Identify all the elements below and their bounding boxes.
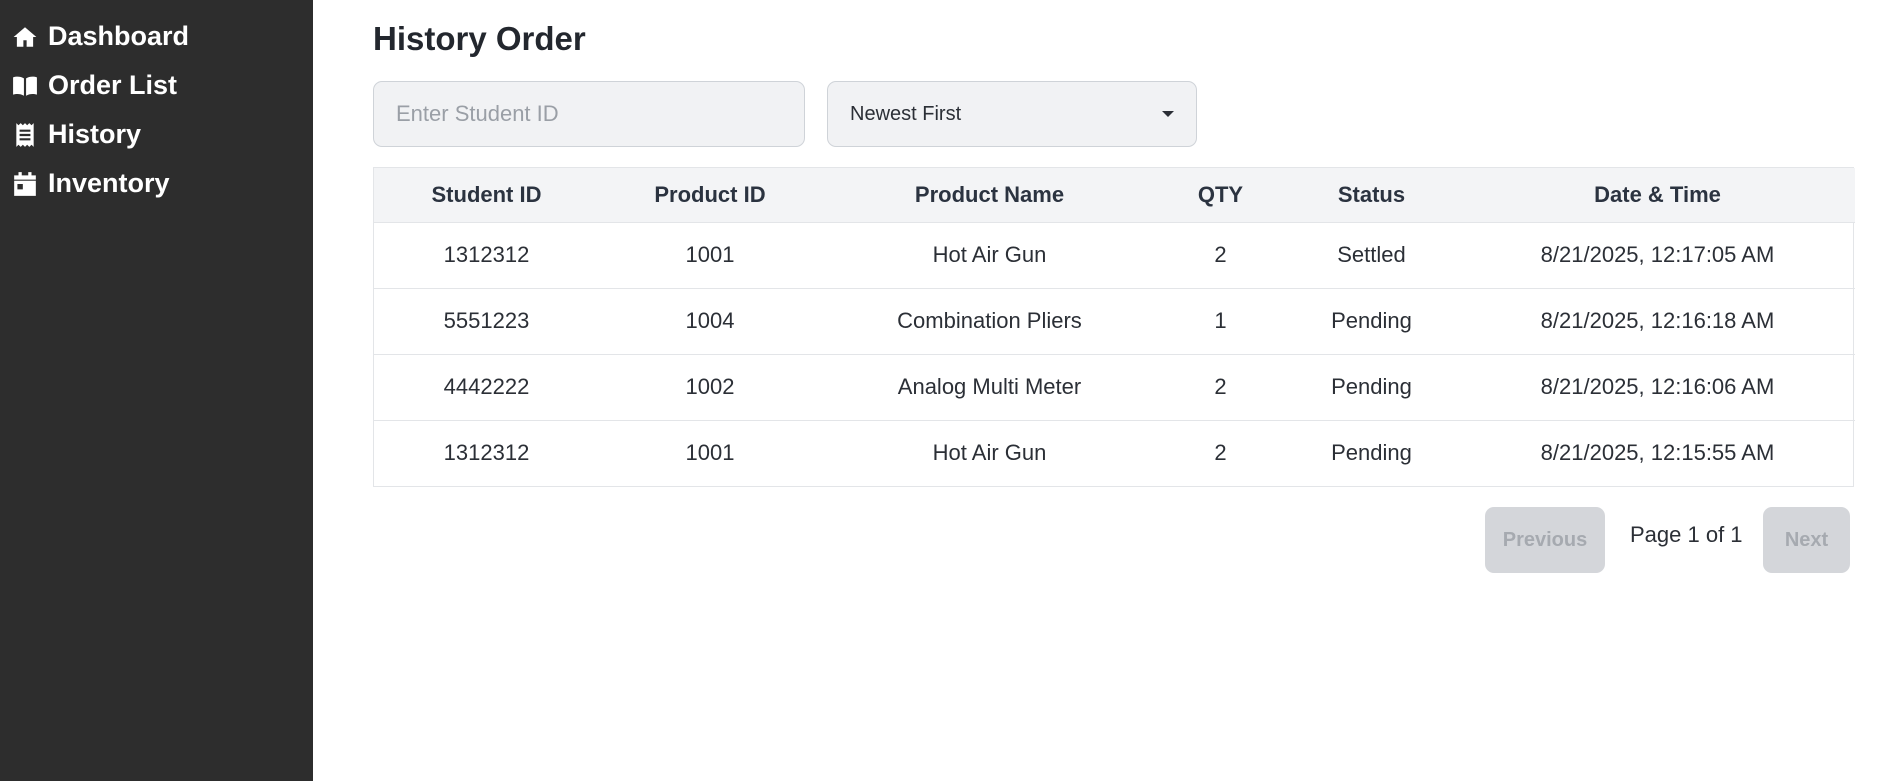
cell-student-id: 5551223 — [443, 308, 530, 333]
cell-student-id: 4442222 — [443, 374, 530, 399]
book-open-icon — [11, 72, 39, 100]
sidebar: Dashboard Order List History Inventory — [0, 0, 313, 781]
cell-datetime: 8/21/2025, 12:15:55 AM — [1540, 440, 1775, 466]
cell-status: Settled — [1337, 242, 1406, 267]
cell-qty: 2 — [1214, 242, 1227, 267]
cell-product-id: 1001 — [685, 440, 735, 466]
next-page-button[interactable]: Next — [1763, 507, 1850, 573]
sidebar-item-inventory[interactable]: Inventory — [0, 159, 313, 208]
student-id-search-input[interactable] — [373, 81, 805, 147]
receipt-icon — [11, 121, 39, 149]
sidebar-item-order-list[interactable]: Order List — [0, 61, 313, 110]
sidebar-item-label: History — [48, 119, 142, 149]
cell-product-id: 1001 — [685, 242, 735, 267]
table-row: 1312312 1001 Hot Air Gun 2 Pending 8/21/… — [374, 420, 1855, 486]
sort-selected-value: Newest First — [850, 102, 962, 125]
page-title: History Order — [373, 20, 586, 57]
calendar-icon — [11, 170, 39, 198]
cell-datetime: 8/21/2025, 12:16:06 AM — [1540, 374, 1775, 399]
home-icon — [11, 23, 39, 51]
cell-qty: 1 — [1214, 308, 1227, 333]
cell-student-id: 1312312 — [443, 242, 530, 267]
cell-product-name: Analog Multi Meter — [897, 374, 1082, 399]
table-row: 1312312 1001 Hot Air Gun 2 Settled 8/21/… — [374, 222, 1855, 288]
sidebar-item-label: Inventory — [48, 168, 170, 198]
cell-qty: 2 — [1214, 440, 1227, 466]
cell-status: Pending — [1331, 308, 1412, 333]
column-header-student-id: Student ID — [431, 181, 542, 207]
column-header-product-id: Product ID — [654, 181, 766, 207]
column-header-qty: QTY — [1197, 181, 1244, 207]
caret-down-icon — [1162, 111, 1174, 117]
cell-qty: 2 — [1214, 374, 1227, 399]
cell-product-name: Combination Pliers — [897, 308, 1082, 333]
sidebar-item-label: Dashboard — [48, 21, 190, 51]
cell-product-name: Hot Air Gun — [932, 440, 1047, 466]
cell-status: Pending — [1331, 374, 1412, 399]
cell-datetime: 8/21/2025, 12:17:05 AM — [1540, 242, 1775, 267]
sidebar-item-label: Order List — [48, 70, 178, 100]
table-row: 5551223 1004 Combination Pliers 1 Pendin… — [374, 288, 1855, 354]
column-header-product-name: Product Name — [914, 181, 1065, 207]
cell-status: Pending — [1331, 440, 1412, 466]
table-row: 4442222 1002 Analog Multi Meter 2 Pendin… — [374, 354, 1855, 420]
cell-product-id: 1004 — [685, 308, 735, 333]
cell-product-name: Hot Air Gun — [932, 242, 1047, 267]
cell-product-id: 1002 — [685, 374, 735, 399]
column-header-status: Status — [1337, 181, 1406, 207]
column-header-datetime: Date & Time — [1594, 181, 1721, 207]
sidebar-item-history[interactable]: History — [0, 110, 313, 159]
history-table: Student ID Product ID Product Name QTY S… — [373, 167, 1855, 487]
cell-datetime: 8/21/2025, 12:16:18 AM — [1540, 308, 1775, 333]
cell-student-id: 1312312 — [443, 440, 530, 466]
page-indicator: Page 1 of 1 — [1630, 522, 1743, 547]
previous-page-button[interactable]: Previous — [1485, 507, 1605, 573]
sidebar-item-dashboard[interactable]: Dashboard — [0, 12, 313, 61]
pagination: Previous Page 1 of 1 Next — [373, 507, 1854, 573]
sort-order-select[interactable]: Newest First — [827, 81, 1197, 147]
table-header-row: Student ID Product ID Product Name QTY S… — [374, 168, 1855, 222]
